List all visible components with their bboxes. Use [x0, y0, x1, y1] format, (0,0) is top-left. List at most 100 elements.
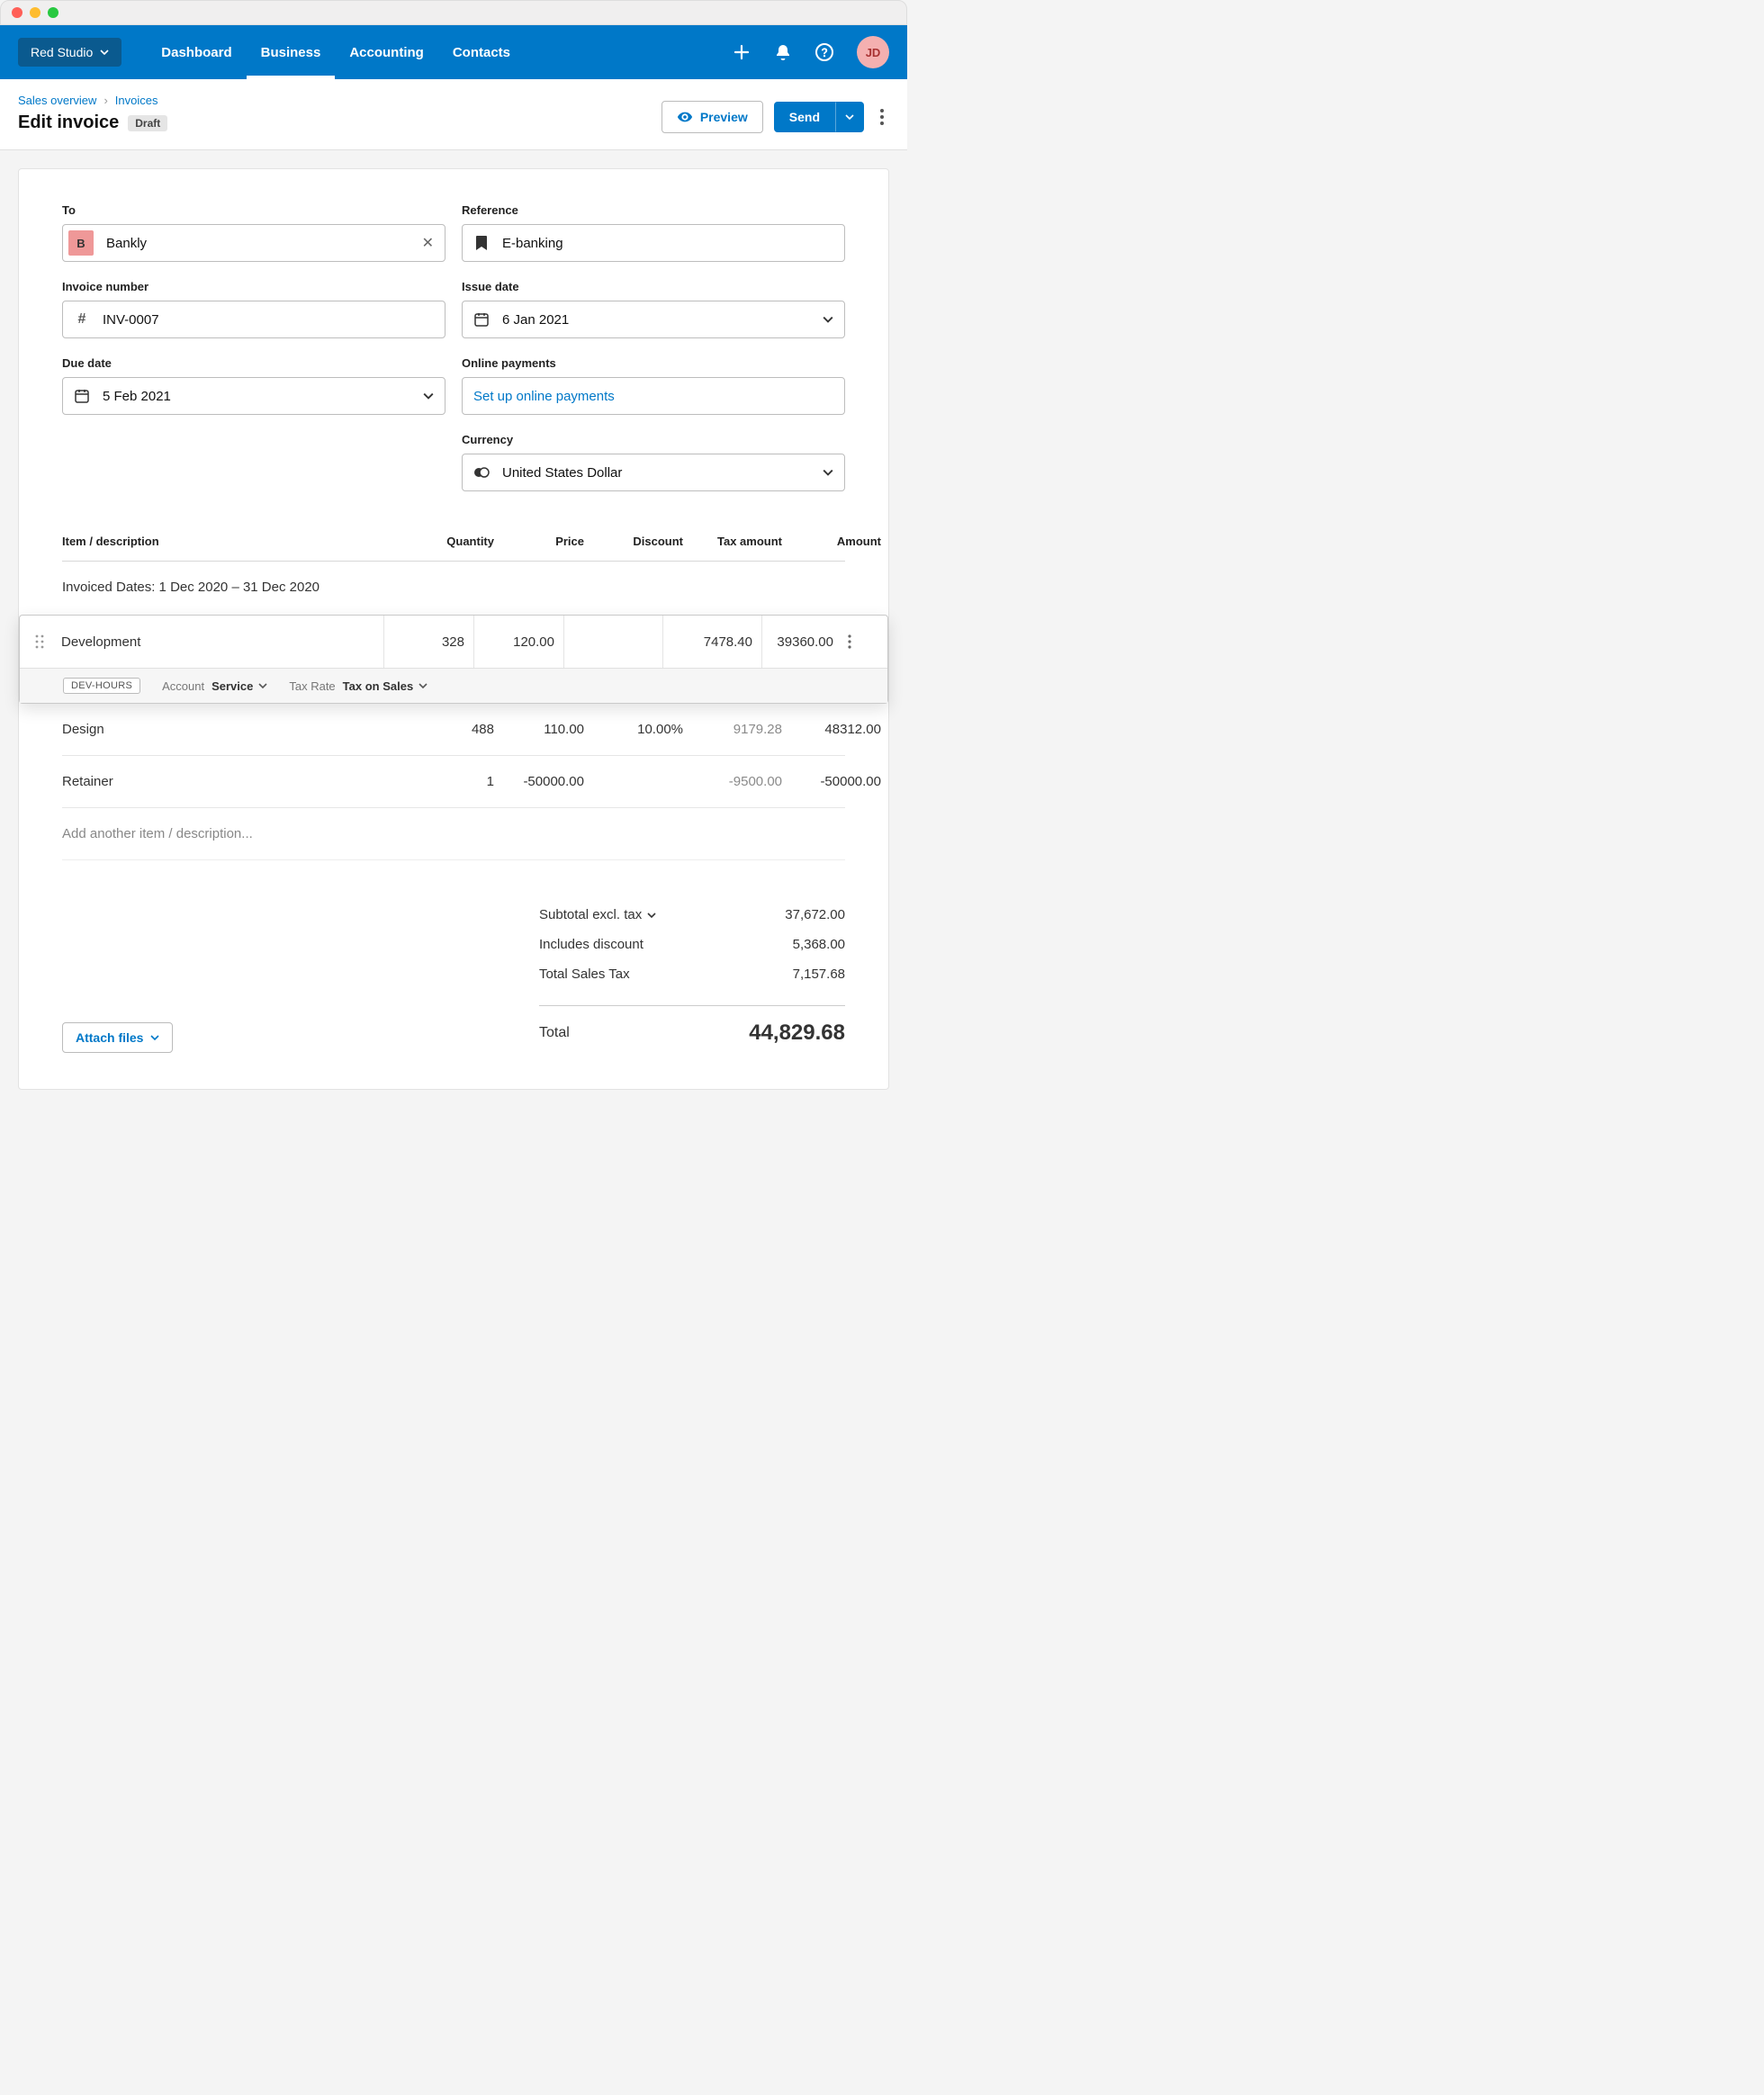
- issue-date-value: 6 Jan 2021: [502, 312, 810, 328]
- cell-quantity: 1: [404, 774, 494, 789]
- invoice-no-input[interactable]: # INV-0007: [62, 301, 446, 338]
- tax-rate-label: Tax Rate: [289, 679, 335, 693]
- account-select[interactable]: Service: [212, 679, 267, 693]
- nav-business[interactable]: Business: [247, 27, 336, 78]
- issue-date-input[interactable]: 6 Jan 2021: [462, 301, 845, 338]
- crumb-invoices[interactable]: Invoices: [115, 94, 158, 107]
- cell-tax: 7478.40: [662, 616, 761, 668]
- tax-value: 7,157.68: [793, 967, 845, 982]
- chevron-down-icon: [418, 681, 428, 690]
- contact-avatar: B: [68, 230, 94, 256]
- close-window-icon[interactable]: [12, 7, 22, 18]
- calendar-icon: [74, 388, 90, 404]
- subtotal-label: Subtotal excl. tax: [539, 907, 642, 922]
- cell-price: -50000.00: [494, 774, 584, 789]
- chevron-down-icon: [845, 112, 854, 121]
- total-value: 44,829.68: [749, 1021, 845, 1046]
- currency-value: United States Dollar: [502, 465, 810, 481]
- cell-discount: 10.00%: [584, 722, 683, 737]
- reference-input[interactable]: E-banking: [462, 224, 845, 262]
- online-payments-label: Online payments: [462, 356, 845, 370]
- reference-value: E-banking: [502, 236, 833, 251]
- cell-discount[interactable]: [563, 616, 662, 668]
- bookmark-icon: [473, 235, 490, 251]
- invoice-no-label: Invoice number: [62, 280, 446, 293]
- drag-handle[interactable]: [27, 616, 52, 668]
- discount-value: 5,368.00: [793, 937, 845, 952]
- attach-files-label: Attach files: [76, 1030, 143, 1045]
- to-value: Bankly: [106, 236, 410, 251]
- nav-accounting[interactable]: Accounting: [335, 27, 438, 78]
- online-payments-link: Set up online payments: [473, 389, 833, 404]
- discount-label: Includes discount: [539, 937, 644, 952]
- tax-rate-select[interactable]: Tax on Sales: [343, 679, 428, 693]
- org-switcher[interactable]: Red Studio: [18, 38, 122, 67]
- bell-icon[interactable]: [774, 43, 792, 61]
- chevron-down-icon[interactable]: [823, 314, 833, 325]
- due-date-input[interactable]: 5 Feb 2021: [62, 377, 446, 415]
- kebab-icon: [848, 634, 851, 649]
- cell-description[interactable]: Development: [52, 616, 383, 668]
- page-header: Sales overview › Invoices Edit invoice D…: [0, 79, 907, 150]
- breadcrumb: Sales overview › Invoices: [18, 94, 167, 107]
- attach-files-button[interactable]: Attach files: [62, 1022, 173, 1053]
- subtotal-value: 37,672.00: [785, 907, 845, 922]
- row-actions-button[interactable]: [842, 634, 864, 649]
- line-items-table: Item / description Quantity Price Discou…: [62, 535, 845, 860]
- org-name: Red Studio: [31, 45, 93, 59]
- cell-quantity[interactable]: 328: [383, 616, 473, 668]
- reference-label: Reference: [462, 203, 845, 217]
- cell-amount: 39360.00: [761, 616, 842, 668]
- table-row[interactable]: Retainer 1 -50000.00 -9500.00 -50000.00: [62, 756, 845, 808]
- add-line-item-input[interactable]: Add another item / description...: [62, 808, 845, 860]
- crumb-sales-overview[interactable]: Sales overview: [18, 94, 96, 107]
- issue-date-label: Issue date: [462, 280, 845, 293]
- col-discount: Discount: [584, 535, 683, 548]
- minimize-window-icon[interactable]: [30, 7, 40, 18]
- hash-icon: #: [74, 311, 90, 328]
- grip-icon: [35, 634, 44, 649]
- totals: Subtotal excl. tax 37,672.00 Includes di…: [539, 900, 845, 1053]
- more-actions-button[interactable]: [875, 103, 889, 130]
- avatar[interactable]: JD: [857, 36, 889, 68]
- currency-select[interactable]: United States Dollar: [462, 454, 845, 491]
- table-row-selected[interactable]: Development 328 120.00 7478.40 39360.00 …: [19, 615, 888, 704]
- send-options-button[interactable]: [835, 102, 864, 132]
- col-quantity: Quantity: [404, 535, 494, 548]
- invoiced-dates: Invoiced Dates: 1 Dec 2020 – 31 Dec 2020: [62, 562, 845, 615]
- help-icon[interactable]: [815, 43, 833, 61]
- subtotal-toggle[interactable]: Subtotal excl. tax: [539, 907, 656, 922]
- due-date-value: 5 Feb 2021: [103, 389, 410, 404]
- preview-button[interactable]: Preview: [662, 101, 763, 133]
- eye-icon: [677, 109, 693, 125]
- tax-label: Total Sales Tax: [539, 967, 630, 982]
- cell-amount: 48312.00: [782, 722, 881, 737]
- send-button[interactable]: Send: [774, 102, 835, 132]
- col-amount: Amount: [782, 535, 881, 548]
- top-nav: Red Studio Dashboard Business Accounting…: [0, 25, 907, 79]
- invoice-no-value: INV-0007: [103, 312, 434, 328]
- chevron-right-icon: ›: [104, 94, 107, 107]
- cell-price: 110.00: [494, 722, 584, 737]
- preview-label: Preview: [700, 110, 748, 124]
- coins-icon: [473, 464, 490, 481]
- table-row[interactable]: Design 488 110.00 10.00% 9179.28 48312.0…: [62, 704, 845, 756]
- nav-contacts[interactable]: Contacts: [438, 27, 525, 78]
- cell-tax: -9500.00: [683, 774, 782, 789]
- send-button-group: Send: [774, 102, 864, 132]
- cell-price[interactable]: 120.00: [473, 616, 563, 668]
- page-title: Edit invoice: [18, 112, 119, 133]
- maximize-window-icon[interactable]: [48, 7, 58, 18]
- to-label: To: [62, 203, 446, 217]
- nav-dashboard[interactable]: Dashboard: [147, 27, 246, 78]
- chevron-down-icon[interactable]: [423, 391, 434, 401]
- item-code-pill[interactable]: DEV-HOURS: [63, 678, 140, 694]
- plus-icon[interactable]: [733, 43, 751, 61]
- to-input[interactable]: B Bankly ✕: [62, 224, 446, 262]
- online-payments-button[interactable]: Set up online payments: [462, 377, 845, 415]
- cell-description: Design: [62, 722, 404, 737]
- col-price: Price: [494, 535, 584, 548]
- total-label: Total: [539, 1021, 570, 1046]
- clear-to-button[interactable]: ✕: [422, 234, 434, 252]
- chevron-down-icon[interactable]: [823, 467, 833, 478]
